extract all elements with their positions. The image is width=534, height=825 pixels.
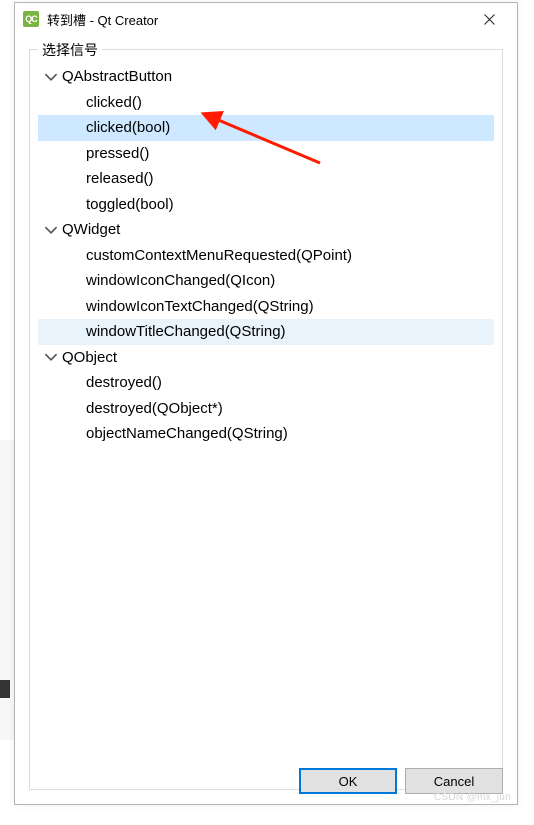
button-row: OK Cancel xyxy=(299,768,503,794)
tree-item[interactable]: pressed() xyxy=(38,141,494,167)
dialog-window: QC 转到槽 - Qt Creator 选择信号 QAbstractButton… xyxy=(14,2,518,805)
signal-groupbox: 选择信号 QAbstractButtonclicked()clicked(boo… xyxy=(29,49,503,790)
dialog-body: 选择信号 QAbstractButtonclicked()clicked(boo… xyxy=(15,35,517,804)
chevron-down-icon xyxy=(44,350,58,364)
tree-item[interactable]: objectNameChanged(QString) xyxy=(38,421,494,447)
tree-item[interactable]: windowIconTextChanged(QString) xyxy=(38,294,494,320)
tree-parent[interactable]: QAbstractButton xyxy=(38,64,494,90)
groupbox-title: 选择信号 xyxy=(38,40,102,60)
tree-item[interactable]: clicked(bool) xyxy=(38,115,494,141)
tree-item[interactable]: windowTitleChanged(QString) xyxy=(38,319,494,345)
tree-parent[interactable]: QWidget xyxy=(38,217,494,243)
tree-item[interactable]: released() xyxy=(38,166,494,192)
titlebar: QC 转到槽 - Qt Creator xyxy=(15,3,517,35)
tree-item[interactable]: clicked() xyxy=(38,90,494,116)
signal-tree[interactable]: QAbstractButtonclicked()clicked(bool)pre… xyxy=(38,64,494,447)
tree-parent-label: QWidget xyxy=(62,217,120,243)
tree-parent-label: QObject xyxy=(62,345,117,371)
tree-item[interactable]: customContextMenuRequested(QPoint) xyxy=(38,243,494,269)
tree-item[interactable]: destroyed() xyxy=(38,370,494,396)
watermark: CSDN @mx_jun xyxy=(434,792,511,803)
tree-item[interactable]: destroyed(QObject*) xyxy=(38,396,494,422)
close-button[interactable] xyxy=(469,4,509,34)
ok-button[interactable]: OK xyxy=(299,768,397,794)
window-title: 转到槽 - Qt Creator xyxy=(47,10,461,29)
cancel-button[interactable]: Cancel xyxy=(405,768,503,794)
chevron-down-icon xyxy=(44,223,58,237)
app-icon: QC xyxy=(23,11,39,27)
tree-item[interactable]: windowIconChanged(QIcon) xyxy=(38,268,494,294)
tree-parent[interactable]: QObject xyxy=(38,345,494,371)
tree-parent-label: QAbstractButton xyxy=(62,64,172,90)
chevron-down-icon xyxy=(44,70,58,84)
close-icon xyxy=(484,14,495,25)
tree-item[interactable]: toggled(bool) xyxy=(38,192,494,218)
